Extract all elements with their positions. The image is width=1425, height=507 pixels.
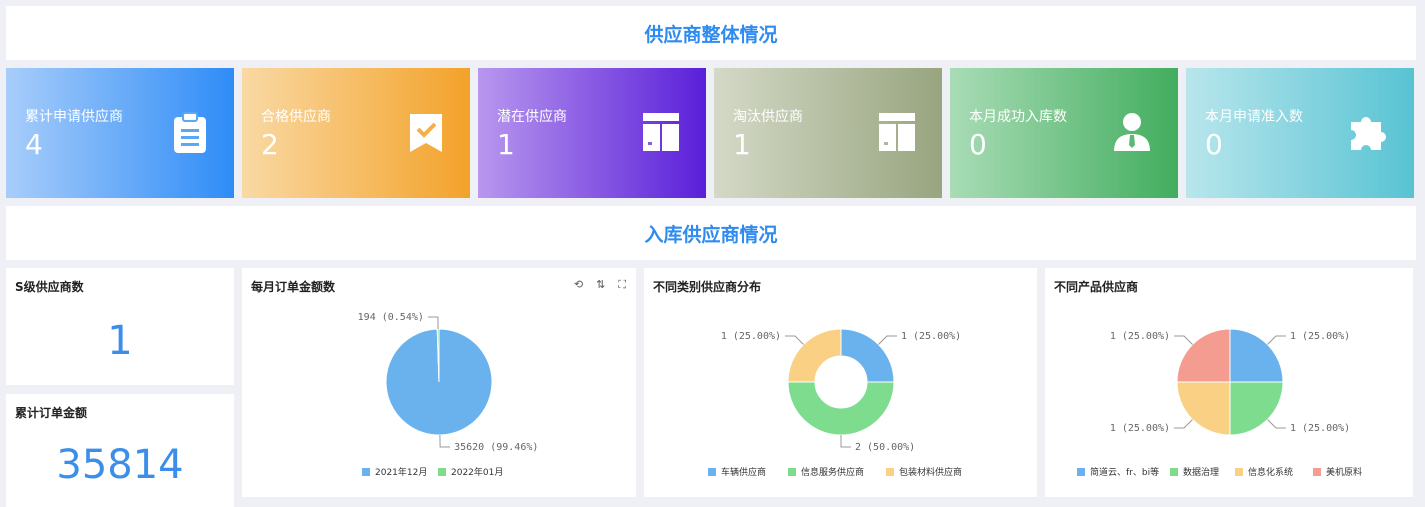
legend-swatch[interactable] xyxy=(886,468,894,476)
stat-label: 本月成功入库数 xyxy=(969,109,1067,125)
label-leader-line xyxy=(840,435,851,448)
legend-swatch[interactable] xyxy=(708,468,716,476)
stat-value: 0 xyxy=(1205,128,1223,161)
chart-legend: 车辆供应商 信息服务供应商 包装材料供应商 xyxy=(708,466,962,478)
pie-slice[interactable] xyxy=(787,381,895,436)
legend-swatch[interactable] xyxy=(438,468,446,476)
label-leader-line xyxy=(427,316,439,330)
bookmark-check-icon xyxy=(410,114,442,152)
legend-label[interactable]: 美机原料 xyxy=(1326,466,1362,478)
cabinet-icon xyxy=(879,113,915,151)
category-donut: 1 (25.00%) 2 (50.00%) 1 (25.00%) 车辆供应商 信息服务供… xyxy=(708,328,962,478)
stat-value: 2 xyxy=(261,128,279,161)
stat-card-month-stocked[interactable]: 本月成功入库数 0 xyxy=(950,68,1178,198)
label-leader-line xyxy=(1267,419,1286,429)
cabinet-icon xyxy=(643,113,679,151)
legend-label[interactable]: 包装材料供应商 xyxy=(899,466,962,478)
stocked-banner: 入库供应商情况 xyxy=(6,206,1416,260)
legend-swatch[interactable] xyxy=(1313,468,1321,476)
legend-label[interactable]: 2021年12月 xyxy=(375,466,427,478)
slice-data-label: 1 (25.00%) xyxy=(1110,331,1170,342)
label-leader-line xyxy=(878,335,897,345)
label-leader-line xyxy=(1267,335,1286,345)
label-leader-line xyxy=(785,335,804,345)
legend-swatch[interactable] xyxy=(1077,468,1085,476)
stat-card-eliminated[interactable]: 淘汰供应商 1 xyxy=(714,68,942,198)
legend-label[interactable]: 车辆供应商 xyxy=(721,466,766,478)
stat-card-month-applied[interactable]: 本月申请准入数 0 xyxy=(1186,68,1414,198)
product-pie: 1 (25.00%) 1 (25.00%) 1 (25.00%) 1 (25.00%)… xyxy=(1077,328,1362,478)
slice-data-label: 1 (25.00%) xyxy=(1290,423,1350,434)
clipboard-icon xyxy=(174,112,206,153)
puzzle-icon xyxy=(1351,116,1386,150)
user-tie-icon xyxy=(1114,113,1150,151)
stat-card-total-applied[interactable]: 累计申请供应商 4 xyxy=(6,68,234,198)
stat-value: 1 xyxy=(497,128,515,161)
slice-data-label: 194 (0.54%) xyxy=(358,312,424,323)
stat-value: 0 xyxy=(969,128,987,161)
stat-value: 4 xyxy=(25,128,43,161)
slice-data-label: 1 (25.00%) xyxy=(1290,331,1350,342)
label-leader-line xyxy=(1174,335,1193,345)
legend-label[interactable]: 数据治理 xyxy=(1183,466,1219,478)
s-level-value: 1 xyxy=(107,318,133,364)
monthly-order-pie: 35620 (99.46%) 194 (0.54%) 2021年12月 2022年01… xyxy=(358,312,539,478)
legend-label[interactable]: 2022年01月 xyxy=(451,466,503,478)
legend-swatch[interactable] xyxy=(362,468,370,476)
legend-swatch[interactable] xyxy=(788,468,796,476)
overview-banner: 供应商整体情况 xyxy=(6,6,1416,60)
stat-label: 潜在供应商 xyxy=(497,109,567,125)
legend-label[interactable]: 信息化系统 xyxy=(1248,466,1293,478)
stat-label: 淘汰供应商 xyxy=(733,109,803,125)
chart-legend: 2021年12月 2022年01月 xyxy=(362,466,503,478)
panel-title: 累计订单金额 xyxy=(15,406,88,420)
legend-label[interactable]: 信息服务供应商 xyxy=(801,466,864,478)
label-leader-line xyxy=(439,434,451,448)
stat-label: 累计申请供应商 xyxy=(25,109,123,125)
product-chart-panel: 不同产品供应商 1 (25.00%) 1 (25.00%) 1 (25.00%) 1 … xyxy=(1045,268,1413,497)
page-title: 供应商整体情况 xyxy=(644,23,778,46)
stat-label: 本月申请准入数 xyxy=(1205,109,1303,125)
total-amount-panel: 累计订单金额 35814 xyxy=(6,394,234,507)
legend-swatch[interactable] xyxy=(1170,468,1178,476)
legend-swatch[interactable] xyxy=(1235,468,1243,476)
category-chart-panel: 不同类别供应商分布 1 (25.00%) 2 (50.00%) 1 (25.00%)… xyxy=(644,268,1037,497)
slice-data-label: 1 (25.00%) xyxy=(1110,423,1170,434)
s-level-panel: S级供应商数 1 xyxy=(6,268,234,385)
section-title: 入库供应商情况 xyxy=(644,223,778,246)
panel-title: S级供应商数 xyxy=(15,280,84,294)
label-leader-line xyxy=(1174,419,1193,429)
slice-data-label: 1 (25.00%) xyxy=(901,331,961,342)
chart-legend: 简道云、fr、bi等 数据治理 信息化系统 美机原料 xyxy=(1077,466,1362,478)
stat-card-qualified[interactable]: 合格供应商 2 xyxy=(242,68,470,198)
legend-label[interactable]: 简道云、fr、bi等 xyxy=(1090,466,1159,478)
slice-data-label: 1 (25.00%) xyxy=(721,331,781,342)
slice-data-label: 2 (50.00%) xyxy=(855,442,915,453)
stat-card-potential[interactable]: 潜在供应商 1 xyxy=(478,68,706,198)
slice-data-label: 35620 (99.46%) xyxy=(454,442,538,453)
stat-label: 合格供应商 xyxy=(261,109,331,125)
stat-value: 1 xyxy=(733,128,751,161)
total-amount-value: 35814 xyxy=(56,442,184,488)
monthly-order-chart-panel: 每月订单金额数 ⟲ ⇅ ⛶ 35620 (99.46%) 194 (0.54%) 2… xyxy=(242,268,636,497)
